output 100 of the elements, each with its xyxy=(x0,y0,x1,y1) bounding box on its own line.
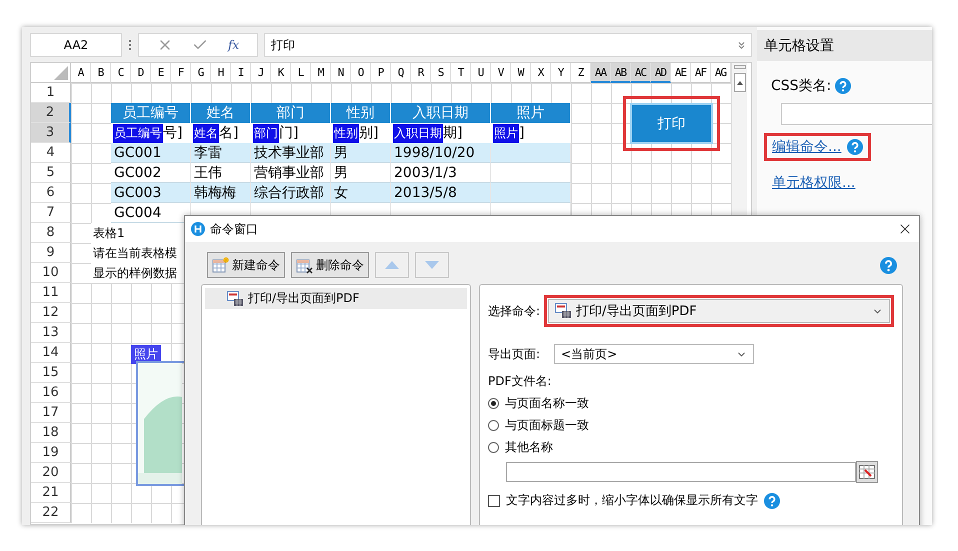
table-cell: 1998/10/20 xyxy=(391,143,491,163)
column-header[interactable]: Y xyxy=(551,63,571,83)
more-icon[interactable] xyxy=(128,39,132,51)
row-header[interactable]: 5 xyxy=(31,163,71,183)
radio-button[interactable] xyxy=(488,442,499,453)
column-header[interactable]: AD xyxy=(651,63,671,83)
column-header[interactable]: E xyxy=(151,63,171,83)
pick-button[interactable] xyxy=(856,461,878,483)
settings-link[interactable]: 编辑命令... xyxy=(772,138,842,156)
row-header[interactable]: 22 xyxy=(31,503,71,523)
radio-button[interactable] xyxy=(488,420,499,431)
table-cell: 韩梅梅 xyxy=(191,183,251,203)
command-select[interactable]: 打印/导出页面到PDF xyxy=(548,299,890,323)
table-header-cell: 入职日期 xyxy=(391,103,491,123)
row-header[interactable]: 7 xyxy=(31,203,71,223)
row-header[interactable]: 6 xyxy=(31,183,71,203)
checkbox[interactable] xyxy=(488,494,500,506)
row-header[interactable]: 8 xyxy=(31,223,71,243)
help-icon[interactable] xyxy=(880,256,897,274)
field-tag[interactable]: 员工编号 xyxy=(113,124,163,142)
row-header[interactable]: 13 xyxy=(31,323,71,343)
column-header[interactable]: A xyxy=(71,63,91,83)
row-header[interactable]: 16 xyxy=(31,383,71,403)
column-header[interactable]: M xyxy=(311,63,331,83)
column-header[interactable]: N xyxy=(331,63,351,83)
row-header[interactable]: 20 xyxy=(31,463,71,483)
column-header[interactable]: AF xyxy=(691,63,711,83)
field-placeholder-text: 期] xyxy=(443,124,462,142)
column-header[interactable]: T xyxy=(451,63,471,83)
field-tag[interactable]: 照片 xyxy=(493,124,519,142)
column-header[interactable]: K xyxy=(271,63,291,83)
column-header[interactable]: X xyxy=(531,63,551,83)
column-header[interactable]: B xyxy=(91,63,111,83)
row-header[interactable]: 10 xyxy=(31,263,71,283)
scrollbar-drawing[interactable] xyxy=(734,65,746,95)
column-header[interactable]: Q xyxy=(391,63,411,83)
column-header[interactable]: AA xyxy=(591,63,611,83)
row-header[interactable]: 11 xyxy=(31,283,71,303)
column-header[interactable]: L xyxy=(291,63,311,83)
column-header[interactable]: AE xyxy=(671,63,691,83)
row-header[interactable]: 21 xyxy=(31,483,71,503)
table-cell: GC001 xyxy=(111,143,191,163)
column-header[interactable]: H xyxy=(211,63,231,83)
column-header[interactable]: AC xyxy=(631,63,651,83)
row-header[interactable]: 17 xyxy=(31,403,71,423)
column-header[interactable]: J xyxy=(251,63,271,83)
radio-button[interactable] xyxy=(488,398,499,409)
command-list-item[interactable]: 打印/导出页面到PDF xyxy=(205,288,467,309)
help-icon[interactable] xyxy=(764,492,780,508)
expand-icon[interactable] xyxy=(736,40,747,50)
radio-label: 与页面标题一致 xyxy=(505,417,589,434)
column-header[interactable]: AB xyxy=(611,63,631,83)
table-cell: 综合行政部 xyxy=(251,183,331,203)
help-icon[interactable] xyxy=(835,78,852,94)
row-header[interactable]: 2 xyxy=(31,103,71,123)
file-name-field[interactable] xyxy=(506,462,856,482)
app-icon xyxy=(191,222,205,236)
column-header[interactable]: S xyxy=(431,63,451,83)
column-header[interactable]: O xyxy=(351,63,371,83)
table-header-cell: 姓名 xyxy=(191,103,251,123)
column-header[interactable]: U xyxy=(471,63,491,83)
table-cell: 男 xyxy=(331,163,391,183)
column-header[interactable]: G xyxy=(191,63,211,83)
column-header[interactable]: D xyxy=(131,63,151,83)
table-icon xyxy=(859,465,875,479)
table-header-cell: 性别 xyxy=(331,103,391,123)
table-cell: GC003 xyxy=(111,183,191,203)
row-header[interactable]: 19 xyxy=(31,443,71,463)
formula-field[interactable]: 打印 xyxy=(264,33,752,57)
table-cell: 李雷 xyxy=(191,143,251,163)
column-header[interactable]: P xyxy=(371,63,391,83)
delete-command-button[interactable]: 删除命令 xyxy=(291,252,369,278)
export-page-select[interactable]: <当前页> xyxy=(554,344,754,364)
row-header[interactable]: 18 xyxy=(31,423,71,443)
field-placeholder-text: 号] xyxy=(163,124,182,142)
column-header[interactable]: R xyxy=(411,63,431,83)
row-header[interactable]: 4 xyxy=(31,143,71,163)
function-icon[interactable]: fx xyxy=(228,38,240,52)
column-header[interactable]: F xyxy=(171,63,191,83)
column-header[interactable]: I xyxy=(231,63,251,83)
select-all-icon[interactable] xyxy=(54,66,68,80)
row-header[interactable]: 3 xyxy=(31,123,71,143)
new-command-button[interactable]: 新建命令 xyxy=(207,252,285,278)
column-header[interactable]: W xyxy=(511,63,531,83)
field-tag[interactable]: 性别 xyxy=(333,124,359,142)
row-header[interactable]: 14 xyxy=(31,343,71,363)
row-header[interactable]: 9 xyxy=(31,243,71,263)
column-header[interactable]: V xyxy=(491,63,511,83)
row-header[interactable]: 12 xyxy=(31,303,71,323)
row-header[interactable]: 15 xyxy=(31,363,71,383)
column-header[interactable]: C xyxy=(111,63,131,83)
settings-link[interactable]: 单元格权限... xyxy=(772,174,856,192)
help-icon[interactable] xyxy=(847,139,864,155)
field-tag[interactable]: 入职日期 xyxy=(393,124,443,142)
css-class-field[interactable] xyxy=(781,103,932,125)
field-tag[interactable]: 姓名 xyxy=(193,124,219,142)
field-tag[interactable]: 部门 xyxy=(253,124,279,142)
cell-reference-box[interactable]: AA2 xyxy=(30,33,122,57)
table-cell: 男 xyxy=(331,143,391,163)
print-button[interactable]: 打印 xyxy=(630,103,713,144)
